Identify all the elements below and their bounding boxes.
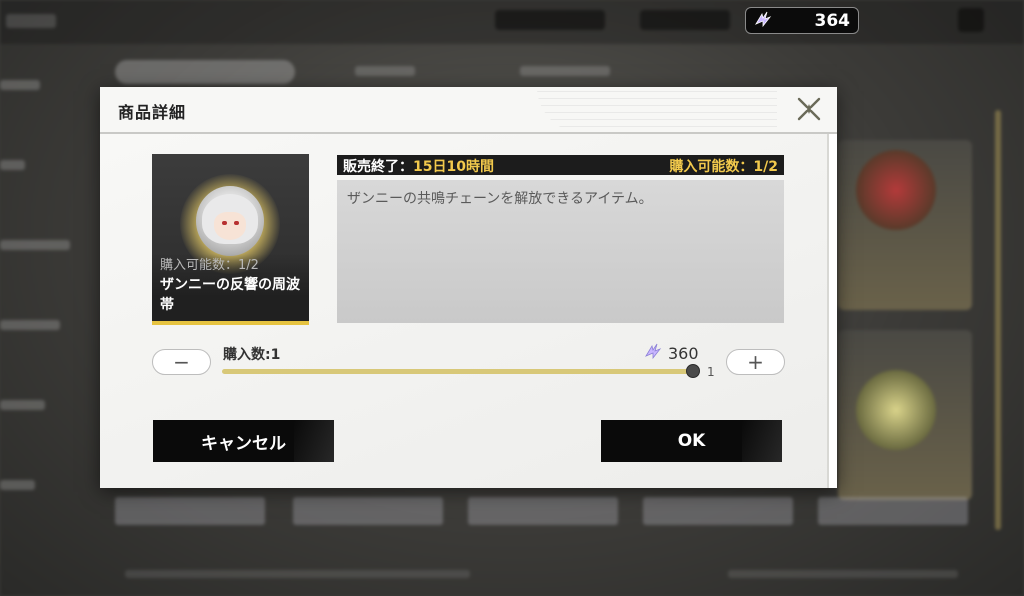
scrollbar — [995, 110, 1001, 530]
footnote — [125, 570, 470, 578]
ok-label: OK — [677, 431, 706, 451]
shop-item-price — [293, 497, 443, 525]
dialog-header: 商品詳細 — [100, 87, 837, 133]
dialog-edge — [827, 134, 837, 488]
cancel-label: キャンセル — [201, 433, 286, 454]
currency-display: 364 — [745, 7, 859, 34]
total-price: 360 — [644, 342, 699, 364]
shop-item-card — [838, 330, 972, 500]
cancel-button[interactable]: キャンセル — [153, 420, 334, 462]
currency-slot — [495, 10, 605, 30]
shop-item-price — [818, 497, 968, 525]
shop-tab-active — [115, 60, 295, 84]
lunite-icon — [754, 10, 772, 32]
sale-info-bar: 販売終了：15日10時間 購入可能数：1/2 — [337, 155, 784, 175]
quantity-slider[interactable] — [222, 369, 692, 374]
slider-handle[interactable] — [686, 364, 700, 378]
side-nav-item — [0, 400, 45, 410]
shop-item-price — [643, 497, 793, 525]
currency-slot — [640, 10, 730, 30]
description-panel: ザンニーの共鳴チェーンを解放できるアイテム。 — [337, 180, 784, 323]
shop-tab — [520, 66, 610, 76]
item-purchase-limit: 購入可能数：1/2 — [160, 258, 259, 273]
close-button[interactable] — [793, 95, 825, 127]
button-sheen — [742, 420, 782, 462]
button-sheen — [294, 420, 334, 462]
item-thumbnail: 購入可能数：1/2 ザンニーの反響の周波帯 — [152, 154, 309, 325]
slider-max-label: 1 — [707, 365, 715, 379]
shop-item-card — [838, 140, 972, 310]
product-detail-dialog: 商品詳細 購入可能数：1/2 ザンニーの反響の周波帯 販売終了：15日10時間 … — [100, 87, 837, 488]
sale-end: 販売終了：15日10時間 — [343, 156, 494, 176]
ok-button[interactable]: OK — [601, 420, 782, 462]
quantity-label: 購入数:1 — [223, 347, 281, 363]
plus-icon: + — [747, 350, 764, 374]
price-amount: 360 — [668, 343, 699, 363]
increase-button[interactable]: + — [726, 349, 785, 375]
footnote — [728, 570, 958, 578]
menu-icon — [958, 8, 984, 32]
header-decoration — [537, 87, 777, 133]
item-name: ザンニーの反響の周波帯 — [160, 277, 300, 313]
minus-icon: − — [173, 350, 190, 374]
side-nav-item — [0, 480, 35, 490]
side-nav-item — [0, 160, 25, 170]
shop-item-price — [115, 497, 265, 525]
item-description: ザンニーの共鳴チェーンを解放できるアイテム。 — [347, 191, 653, 207]
lunite-icon — [644, 342, 662, 364]
close-icon — [796, 96, 822, 126]
side-nav-item — [0, 240, 70, 250]
dialog-title: 商品詳細 — [118, 103, 187, 122]
decrease-button[interactable]: − — [152, 349, 211, 375]
character-eye — [234, 221, 239, 225]
shop-item-price — [468, 497, 618, 525]
sale-end-label: 販売終了： — [343, 159, 413, 175]
purchase-limit: 購入可能数：1/2 — [669, 159, 778, 175]
rarity-bar — [152, 321, 309, 325]
side-nav-item — [0, 320, 60, 330]
currency-amount: 364 — [814, 10, 851, 31]
character-face — [214, 212, 246, 240]
side-nav-item — [0, 80, 40, 90]
shop-logo — [6, 14, 56, 28]
sale-end-value: 15日10時間 — [413, 159, 494, 175]
shop-tab — [355, 66, 415, 76]
character-eye — [222, 221, 227, 225]
